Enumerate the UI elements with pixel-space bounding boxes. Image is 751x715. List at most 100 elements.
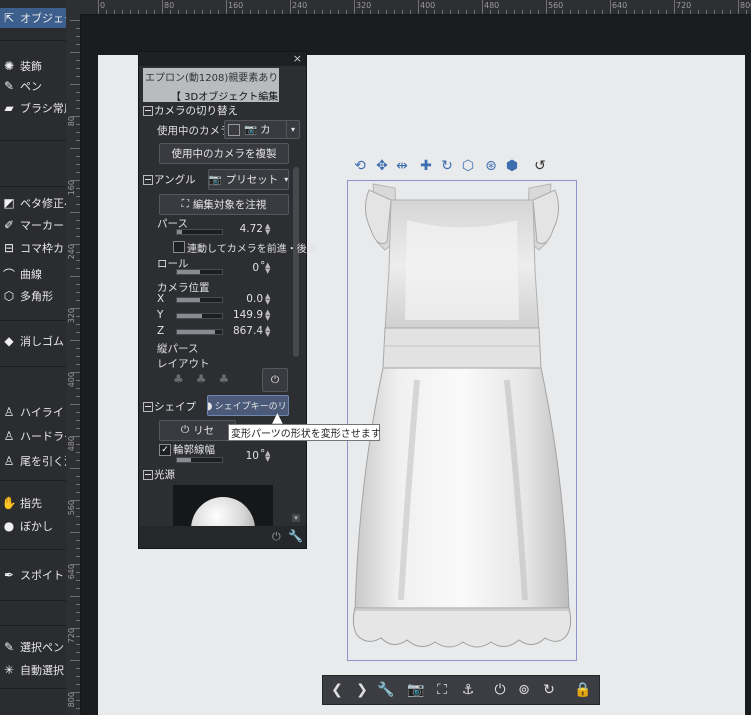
outline-width-checkbox[interactable]: ✓ xyxy=(159,444,171,456)
tool-item[interactable]: ▰ ブラシ常用 xyxy=(0,98,66,118)
camera-pan-icon[interactable]: ✥ xyxy=(373,157,391,175)
perspective-slider[interactable] xyxy=(176,229,223,235)
spin-icon[interactable]: ▲ ▼ xyxy=(265,309,272,322)
perspective-value[interactable]: 4.72 xyxy=(231,223,263,235)
ruler-tick xyxy=(162,0,163,14)
ruler-tick xyxy=(70,244,80,245)
ruler-tick xyxy=(76,676,80,677)
chevron-down-icon[interactable]: ▾ xyxy=(286,120,300,139)
camera-rotate-icon[interactable]: ⟲ xyxy=(351,157,369,175)
polygon-icon: ⬡ xyxy=(3,289,15,303)
reset-icon[interactable]: ⏻ xyxy=(272,530,281,544)
palette-scrollbar[interactable] xyxy=(293,167,299,357)
collapse-icon[interactable] xyxy=(143,105,153,116)
tool-item[interactable]: ⬡ 多角形 xyxy=(0,286,66,306)
wrench-icon[interactable]: 🔧 xyxy=(377,681,395,699)
camera-switch-section[interactable]: カメラの切り替え xyxy=(143,104,238,117)
x-slider[interactable] xyxy=(176,297,223,303)
rotate-x-icon[interactable]: ↻ xyxy=(438,157,456,175)
object-list-icon[interactable]: ⊚ xyxy=(515,681,533,699)
angle-section[interactable]: アングル xyxy=(143,173,196,186)
duplicate-camera-button[interactable]: 使用中のカメラを複製 xyxy=(159,143,289,164)
rotate-y-icon[interactable]: ⬡ xyxy=(459,157,477,175)
spin-icon[interactable]: ▲ ▼ xyxy=(265,325,272,338)
fit-frame-icon[interactable]: ⛶ xyxy=(433,681,451,699)
roll-value[interactable]: 0 xyxy=(231,262,259,274)
tool-item[interactable]: ⊟ コマ枠カット xyxy=(0,238,66,258)
rotate-z-icon[interactable]: ⊛ xyxy=(482,157,500,175)
tool-item[interactable]: ⇱ オブジェクト xyxy=(0,8,66,28)
reset-pose-icon[interactable]: ↺ xyxy=(531,157,549,175)
wrench-icon[interactable]: 🔧 xyxy=(288,529,303,543)
collapse-icon[interactable] xyxy=(143,401,153,412)
focus-target-button[interactable]: ⛶ 編集対象を注視 xyxy=(159,194,289,215)
tool-item[interactable]: ✐ マーカー xyxy=(0,215,66,235)
focus-icon: ⛶ xyxy=(181,198,189,210)
shape-icon: ◕ xyxy=(208,400,213,412)
ruler-tick xyxy=(70,308,80,309)
tool-item[interactable]: ✎ 選択ペン xyxy=(0,637,66,657)
right-edge xyxy=(745,0,751,715)
ruler-tick xyxy=(76,636,80,637)
collapse-icon[interactable] xyxy=(143,469,153,480)
spin-icon[interactable]: ▲ ▼ xyxy=(265,293,272,306)
spin-icon[interactable]: ▲ ▼ xyxy=(265,223,272,236)
ruler-tick xyxy=(506,10,507,14)
close-icon[interactable]: × xyxy=(293,52,302,65)
outline-width-value[interactable]: 10 xyxy=(231,450,259,462)
outline-width-slider[interactable] xyxy=(176,457,223,463)
tool-item[interactable]: ✎ ペン xyxy=(0,76,66,96)
ruler-tick xyxy=(666,10,667,14)
camera-icon[interactable]: 📷 xyxy=(407,681,425,699)
layout-reset-icon[interactable]: ⏻ xyxy=(262,368,288,392)
tool-item[interactable]: ✺ 装飾 xyxy=(0,56,66,76)
ruler-tick xyxy=(70,564,80,565)
collapse-icon[interactable] xyxy=(143,174,153,185)
tool-item[interactable]: ✋ 指先 xyxy=(0,493,66,513)
light-preview[interactable] xyxy=(173,485,273,526)
spin-icon[interactable]: ▲ ▼ xyxy=(265,262,272,275)
shape-section[interactable]: シェイプ xyxy=(143,400,196,413)
ruler-tick xyxy=(76,580,80,581)
y-slider[interactable] xyxy=(176,313,223,319)
ruler-tick xyxy=(394,10,395,14)
tool-item[interactable]: ◩ ベタ修正ペン xyxy=(0,193,66,213)
ruler-tick xyxy=(76,524,80,525)
tool-item[interactable]: ✒スポイト色 xyxy=(0,565,66,585)
spin-icon[interactable]: ▲ ▼ xyxy=(265,450,272,463)
z-value[interactable]: 867.4 xyxy=(227,325,263,337)
tool-item[interactable]: ⌒ 曲線 xyxy=(0,264,66,284)
ruler-tick xyxy=(70,340,80,341)
tool-item[interactable]: ♙ 尾を引く汗 xyxy=(0,451,66,471)
ruler-tick xyxy=(706,10,707,14)
tool-item[interactable]: ◆ 消しゴム xyxy=(0,331,66,351)
scroll-down-icon[interactable]: ▾ xyxy=(292,514,300,522)
palette-titlebar[interactable]: × xyxy=(139,52,306,66)
camera-zoom-icon[interactable]: ⇹ xyxy=(393,157,411,175)
fill-pen-icon: ◩ xyxy=(3,196,15,210)
ruler-label: 720 xyxy=(676,1,692,10)
lock-icon[interactable]: 🔒 xyxy=(574,681,592,699)
y-value[interactable]: 149.9 xyxy=(227,309,263,321)
ruler-tick xyxy=(76,324,80,325)
reset-button[interactable]: ⏻ リセ xyxy=(159,420,236,441)
x-value[interactable]: 0.0 xyxy=(227,293,263,305)
floor-icon[interactable]: ⚓ xyxy=(459,681,477,699)
tool-item[interactable]: ● ぼかし xyxy=(0,516,66,536)
light-section[interactable]: 光源 xyxy=(143,468,175,481)
tool-item[interactable]: ♙ ハードライト xyxy=(0,426,66,446)
link-camera-checkbox[interactable] xyxy=(173,241,185,253)
tool-item[interactable]: ♙ ハイライト xyxy=(0,402,66,422)
ruler-tick xyxy=(738,0,739,14)
preset-button[interactable]: 📷 プリセット ▾ xyxy=(208,169,289,190)
scale-icon[interactable]: ⬢ xyxy=(503,157,521,175)
tool-item[interactable]: ✳ 自動選択 xyxy=(0,660,66,680)
reset-icon[interactable]: ⏻ xyxy=(491,681,509,699)
z-slider[interactable] xyxy=(176,329,223,335)
camera-select[interactable]: 📷 カ xyxy=(224,120,288,139)
roll-slider[interactable] xyxy=(176,269,223,275)
prev-object-icon[interactable]: ❮ xyxy=(328,681,346,699)
rotate-icon[interactable]: ↻ xyxy=(540,681,558,699)
next-object-icon[interactable]: ❯ xyxy=(353,681,371,699)
move-icon[interactable]: ✚ xyxy=(417,157,435,175)
